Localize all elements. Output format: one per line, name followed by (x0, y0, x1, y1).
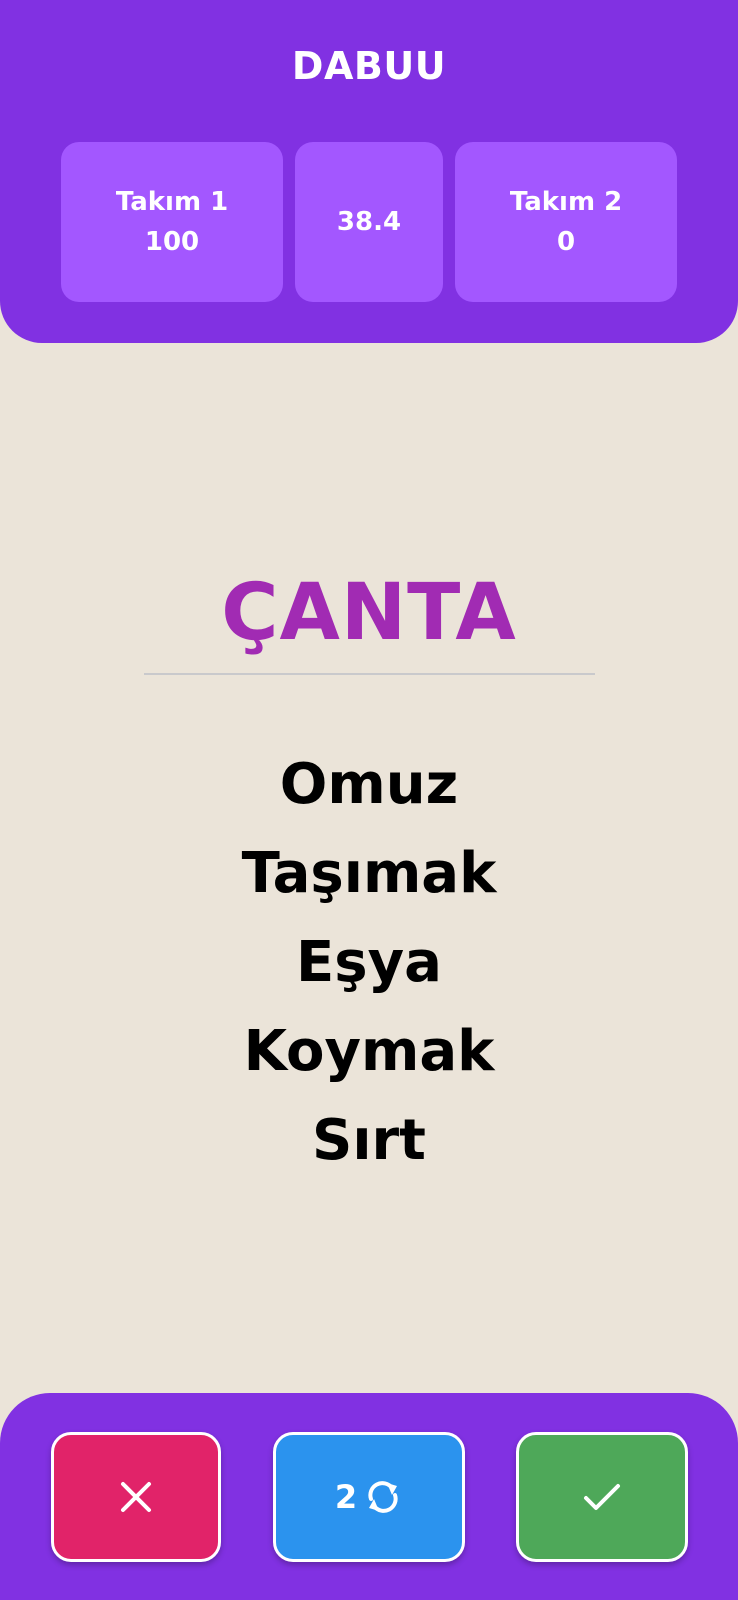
team1-name: Takım 1 (115, 187, 229, 217)
pass-count: 2 (334, 1478, 358, 1516)
pass-button[interactable]: 2 (273, 1432, 465, 1562)
close-icon (119, 1480, 153, 1514)
wrong-button[interactable] (51, 1432, 221, 1562)
team2-score: 0 (556, 227, 576, 257)
taboo-word: Taşımak (241, 841, 497, 906)
taboo-word-list: Omuz Taşımak Eşya Koymak Sırt (0, 740, 738, 1185)
check-icon (582, 1481, 622, 1513)
taboo-word: Koymak (243, 1019, 495, 1084)
score-header: DABUU Takım 1 100 38.4 Takım 2 0 (0, 0, 738, 343)
game-screen: DABUU Takım 1 100 38.4 Takım 2 0 ÇANTA O… (0, 0, 738, 1600)
refresh-icon (363, 1477, 403, 1517)
correct-button[interactable] (516, 1432, 688, 1562)
taboo-word: Sırt (312, 1108, 426, 1173)
app-title: DABUU (291, 44, 447, 88)
word-divider (144, 673, 595, 675)
timer-value: 38.4 (336, 207, 402, 237)
team2-name: Takım 2 (509, 187, 623, 217)
team2-score-card: Takım 2 0 (455, 142, 677, 302)
team1-score-card: Takım 1 100 (61, 142, 283, 302)
team1-score: 100 (144, 227, 200, 257)
taboo-word: Eşya (296, 930, 442, 995)
main-word: ÇANTA (221, 568, 517, 658)
taboo-word: Omuz (279, 752, 459, 817)
timer-card: 38.4 (295, 142, 443, 302)
